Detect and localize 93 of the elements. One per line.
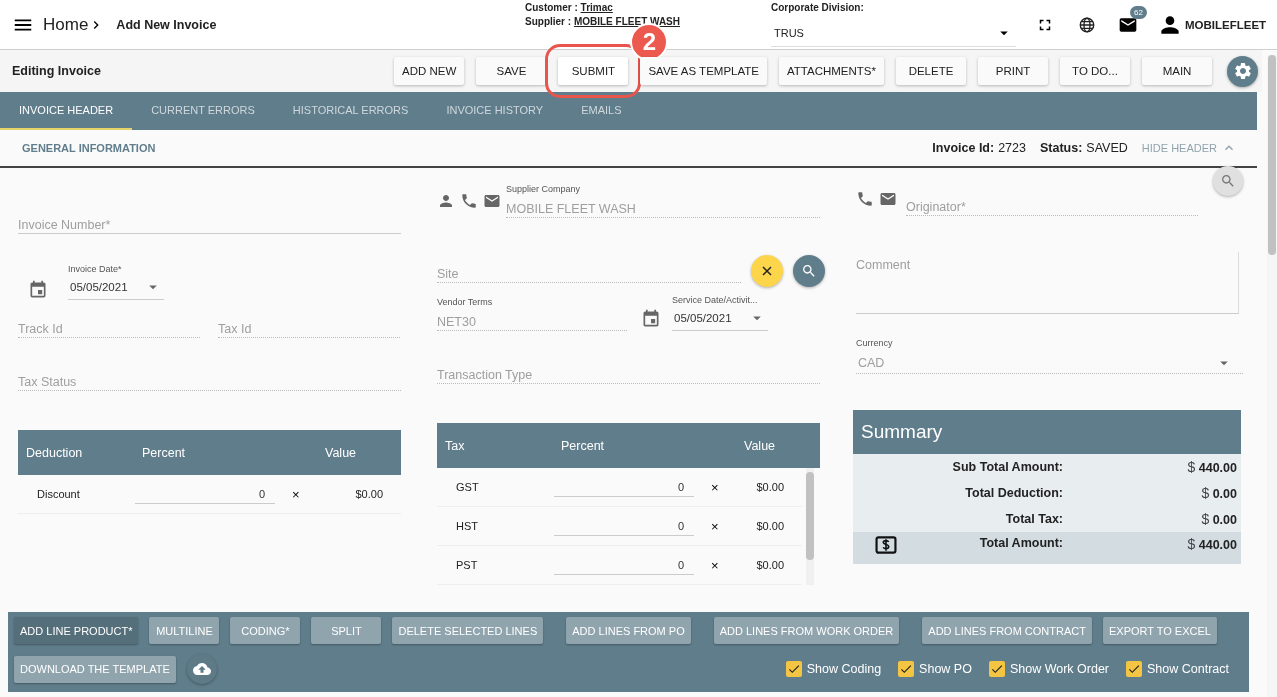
settings-button[interactable] [1227,55,1258,87]
table-cell-text: HST [455,520,479,532]
originator-field[interactable]: Originator* [906,192,1198,216]
clear-button[interactable] [751,255,783,287]
summary-title: Summary [853,410,1241,454]
summary-amount: $ 440.00 [1187,459,1238,475]
field-label: Vendor Terms [437,297,494,307]
money-icon [875,536,897,554]
table-cell-text: $0.00 [756,520,785,532]
invoice-number-field[interactable]: Invoice Number* [18,210,401,234]
table-header: Tax Percent Value [437,423,820,468]
section-title: GENERAL INFORMATION [22,142,156,154]
transaction-type-field[interactable]: Transaction Type [437,360,820,384]
person-icon[interactable] [437,192,455,210]
phone-icon[interactable] [460,192,478,210]
customer-link[interactable]: Trimac [580,2,613,13]
summary-label: Total Tax: [1004,512,1063,526]
comment-field[interactable]: Comment [856,252,1239,314]
clear-button[interactable]: × [708,518,722,534]
field-label: Currency [856,338,894,348]
toolbar-button[interactable]: TO DO... [1060,57,1130,85]
summary-label: Total Deduction: [964,486,1063,500]
toolbar-button[interactable]: ATTACHMENTS* [778,57,884,85]
editing-title: Editing Invoice [12,64,101,78]
division-select[interactable]: TRUS [771,22,1016,47]
percent-field[interactable]: 0 [554,477,694,497]
division-label: Corporate Division: [771,2,865,13]
clear-button[interactable]: × [708,479,722,495]
upload-button[interactable] [186,654,217,684]
invoice-date-select[interactable]: 05/05/2021 [68,274,164,300]
page-title: Add New Invoice [116,17,217,32]
user-name[interactable]: MOBILEFLEET [1185,18,1267,31]
search-icon[interactable] [801,263,817,279]
supplier-label: Supplier : [525,16,572,27]
checkbox-label: Show PO [919,662,972,676]
toolbar-button[interactable]: ADD NEW [394,57,465,85]
table-cell-text: Discount [36,488,81,500]
summary-label: Sub Total Amount: [951,460,1063,474]
site-field[interactable]: Site [437,259,741,283]
breadcrumb-home[interactable]: Home [43,14,89,35]
field-label: Supplier Company [506,184,582,194]
line-action-button[interactable]: ADD LINE PRODUCT* [14,617,139,644]
field-label: Invoice Date* [68,264,123,274]
search-button[interactable] [793,255,825,287]
track-id-field[interactable]: Track Id [18,314,200,338]
toolbar-button[interactable]: SAVE AS TEMPLATE [640,57,767,85]
toolbar-button[interactable]: SAVE [476,57,547,85]
cloud-upload-icon[interactable] [192,660,211,678]
status-value: SAVED [1086,141,1128,155]
checkbox-label: Show Coding [806,662,882,676]
checkbox[interactable] [988,661,1005,677]
clear-button[interactable]: × [708,557,722,573]
toolbar-button[interactable]: SUBMIT [558,57,629,85]
checkbox[interactable] [898,661,915,677]
table-cell-text: PST [455,559,479,571]
checkbox[interactable] [1126,661,1142,677]
phone-icon[interactable] [856,190,874,208]
checkbox-label: Show Contract [1147,662,1229,676]
gear-icon[interactable] [1232,61,1253,81]
table-cell-text: $0.00 [756,559,785,571]
globe-icon[interactable] [1078,15,1096,34]
calendar-icon[interactable] [28,280,48,300]
scrollbar[interactable] [806,468,814,585]
summary-amount: $ 440.00 [1187,536,1238,552]
search-button[interactable] [1213,166,1243,196]
percent-field[interactable]: 0 [554,555,694,575]
calendar-icon[interactable] [641,309,661,329]
percent-field[interactable]: 0 [135,484,275,504]
summary-amount: $ 0.00 [1201,485,1238,501]
customer-label: Customer : [525,2,578,13]
invoice-id-label: Invoice Id: [932,141,995,155]
toolbar-button[interactable]: MAIN [1142,57,1212,85]
checkbox-label: Show Work Order [1009,662,1109,676]
notification-badge: 62 [1130,5,1147,19]
table-header: Deduction Percent Value [18,430,401,475]
scrollbar[interactable] [1267,55,1277,697]
toolbar-button[interactable]: PRINT [978,57,1048,85]
toolbar-button[interactable]: DELETE [896,57,966,85]
table-cell-text: GST [455,481,480,493]
tax-status-field[interactable]: Tax Status [18,367,401,391]
tax-id-field[interactable]: Tax Id [218,314,400,338]
table-cell-text: $0.00 [756,481,785,493]
checkbox[interactable] [785,661,802,677]
invoice-id-value: 2723 [998,141,1026,155]
service-date-select[interactable]: 05/05/2021 [672,305,768,331]
clear-button[interactable]: × [289,486,303,502]
field-label: Service Date/Activit... [672,295,759,305]
summary-amount: $ 0.00 [1201,511,1238,527]
table-cell-text: $0.00 [355,488,384,500]
tab[interactable]: INVOICE HEADER [0,92,133,130]
summary-label: Total Amount: [978,536,1063,550]
status-label: Status: [1040,141,1083,155]
percent-field[interactable]: 0 [554,516,694,536]
